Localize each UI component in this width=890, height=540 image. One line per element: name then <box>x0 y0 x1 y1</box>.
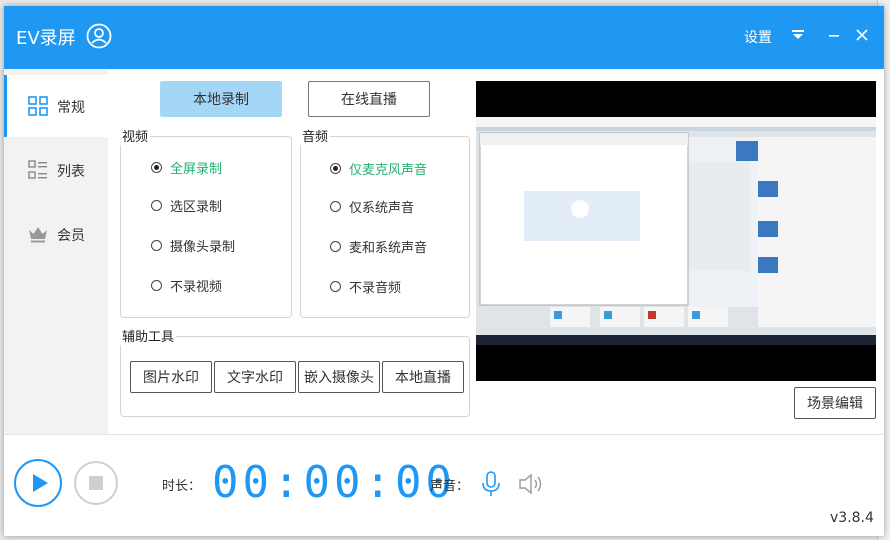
image-watermark-button[interactable]: 图片水印 <box>130 361 212 393</box>
radio-dot-icon <box>330 281 341 292</box>
screen-preview <box>476 81 876 381</box>
play-button[interactable] <box>14 459 62 507</box>
radio-dot-icon <box>330 163 341 174</box>
online-live-button[interactable]: 在线直播 <box>308 81 430 117</box>
version-label: v3.8.4 <box>830 510 874 526</box>
radio-dot-icon <box>151 200 162 211</box>
radio-dot-icon <box>151 240 162 251</box>
duration-timer: 00:00:00 <box>212 457 456 508</box>
close-icon[interactable] <box>850 22 874 48</box>
sidebar-item-label: 列表 <box>57 164 85 180</box>
video-option-fullscreen[interactable]: 全屏录制 <box>151 158 222 177</box>
sidebar-item-general[interactable]: 常规 <box>4 75 108 137</box>
tools-group-title: 辅助工具 <box>120 326 177 345</box>
audio-option-mic-only[interactable]: 仅麦克风声音 <box>330 159 427 178</box>
embed-camera-button[interactable]: 嵌入摄像头 <box>298 361 380 393</box>
local-record-button[interactable]: 本地录制 <box>160 81 282 117</box>
sidebar-item-label: 常规 <box>57 100 85 116</box>
user-icon[interactable] <box>86 23 112 49</box>
crown-icon <box>29 227 47 243</box>
sidebar-item-list[interactable]: 列表 <box>4 139 108 201</box>
speaker-icon[interactable] <box>518 472 544 496</box>
duration-label: 时长： <box>162 479 202 494</box>
audio-group-title: 音频 <box>300 126 331 145</box>
desktop-thumbnail <box>476 117 876 345</box>
video-option-none[interactable]: 不录视频 <box>151 276 222 295</box>
radio-dot-icon <box>330 241 341 252</box>
microphone-icon[interactable] <box>480 471 502 497</box>
sidebar: 常规 列表 会员 <box>4 69 108 434</box>
radio-dot-icon <box>330 201 341 212</box>
video-option-camera[interactable]: 摄像头录制 <box>151 236 235 255</box>
sound-label: 声音： <box>430 479 470 494</box>
app-window: EV录屏 设置 常规 列表 会员 本地录制 在线直播 视频 全屏录制 选区录制 … <box>4 6 884 536</box>
settings-button[interactable]: 设置 <box>744 27 772 47</box>
radio-dot-icon <box>151 162 162 173</box>
title-bar: EV录屏 设置 <box>4 6 884 69</box>
bottom-control-bar: 时长： 00:00:00 声音： v3.8.4 <box>4 434 884 536</box>
text-watermark-button[interactable]: 文字水印 <box>214 361 296 393</box>
menu-dropdown-icon[interactable] <box>786 22 810 48</box>
play-icon <box>33 474 48 492</box>
audio-option-none[interactable]: 不录音频 <box>330 277 401 296</box>
video-option-region[interactable]: 选区录制 <box>151 196 222 215</box>
audio-option-mic-and-system[interactable]: 麦和系统声音 <box>330 237 427 256</box>
list-icon <box>28 160 47 179</box>
scene-edit-button[interactable]: 场景编辑 <box>794 387 876 419</box>
audio-option-system-only[interactable]: 仅系统声音 <box>330 197 414 216</box>
video-group-title: 视频 <box>120 126 151 145</box>
app-title: EV录屏 <box>16 28 76 49</box>
sidebar-item-member[interactable]: 会员 <box>4 203 108 265</box>
local-live-button[interactable]: 本地直播 <box>382 361 464 393</box>
stop-button[interactable] <box>74 461 118 505</box>
radio-dot-icon <box>151 280 162 291</box>
minimize-icon[interactable] <box>822 22 846 48</box>
sidebar-item-label: 会员 <box>57 228 85 244</box>
grid-icon <box>28 96 48 116</box>
stop-icon <box>89 476 103 490</box>
